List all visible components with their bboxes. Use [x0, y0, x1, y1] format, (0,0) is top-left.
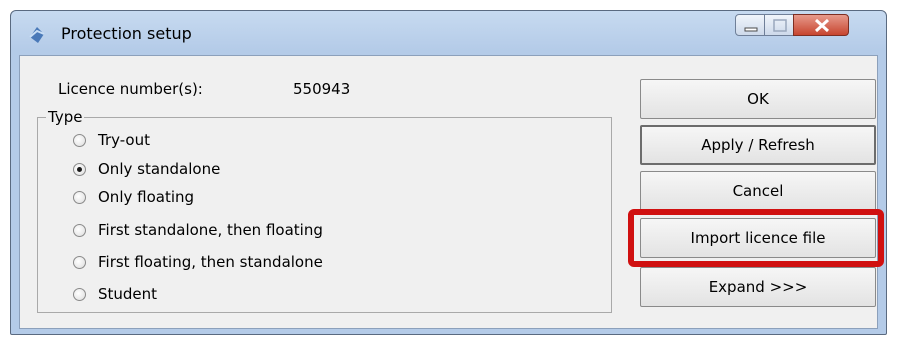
app-icon [27, 25, 47, 45]
radio-button[interactable] [73, 190, 86, 204]
minimize-button[interactable] [735, 14, 765, 36]
radio-first-standalone-then-floating[interactable]: First standalone, then floating [73, 220, 323, 240]
radio-only-floating[interactable]: Only floating [73, 187, 194, 207]
radio-label: First standalone, then floating [98, 221, 323, 239]
window-title: Protection setup [61, 24, 192, 43]
radio-label: First floating, then standalone [98, 253, 323, 271]
maximize-button[interactable] [764, 14, 794, 36]
radio-label: Only standalone [98, 160, 221, 178]
cancel-button[interactable]: Cancel [640, 171, 876, 211]
radio-button[interactable] [73, 133, 86, 147]
highlight-annotation [628, 209, 884, 267]
radio-button[interactable] [73, 255, 86, 269]
title-bar[interactable]: Protection setup [11, 11, 886, 55]
radio-label: Student [98, 285, 158, 303]
licence-label: Licence number(s): [58, 80, 203, 98]
maximize-icon [773, 19, 787, 32]
ok-button[interactable]: OK [640, 79, 876, 119]
close-icon [814, 18, 830, 33]
radio-only-standalone[interactable]: Only standalone [73, 159, 220, 179]
radio-label: Try-out [98, 131, 150, 149]
radio-try-out[interactable]: Try-out [73, 130, 150, 150]
radio-label: Only floating [98, 188, 195, 206]
close-button[interactable] [793, 14, 849, 36]
radio-first-floating-then-standalone[interactable]: First floating, then standalone [73, 252, 323, 272]
radio-button[interactable] [73, 287, 86, 301]
radio-student[interactable]: Student [73, 284, 157, 304]
radio-button-selected[interactable] [73, 162, 86, 176]
radio-button[interactable] [73, 223, 86, 237]
licence-number: 550943 [293, 80, 351, 98]
apply-refresh-button[interactable]: Apply / Refresh [640, 125, 876, 165]
type-group-legend: Type [46, 108, 85, 126]
minimize-icon [744, 27, 758, 32]
expand-button[interactable]: Expand >>> [640, 267, 876, 307]
